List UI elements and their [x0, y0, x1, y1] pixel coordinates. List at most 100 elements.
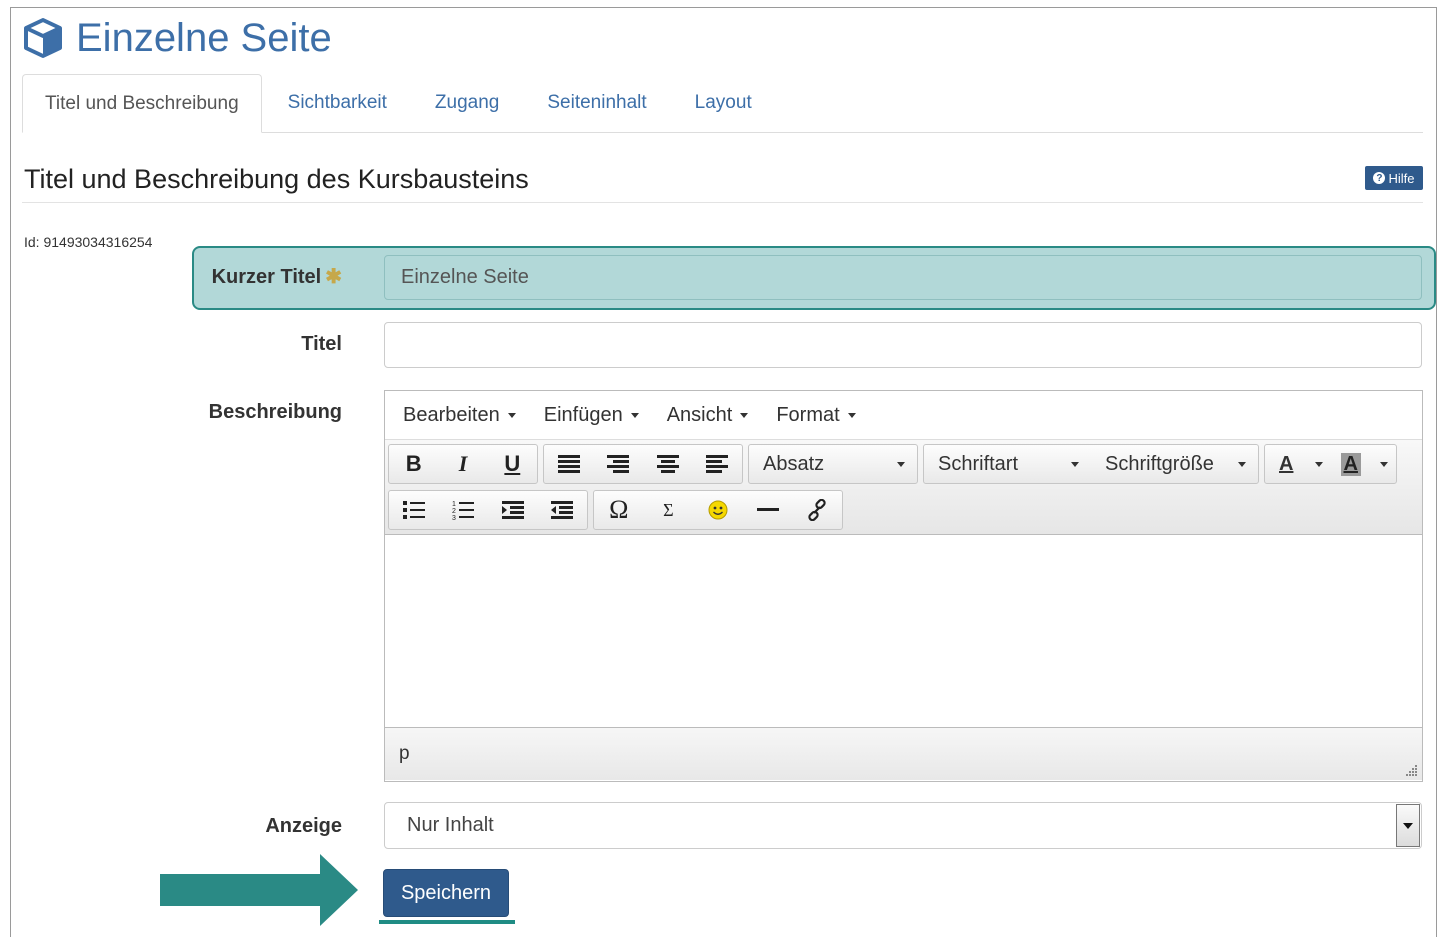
title-input[interactable] [384, 322, 1422, 368]
list-group: 123 [388, 490, 588, 530]
menu-label: Ansicht [666, 403, 733, 426]
svg-text:2: 2 [452, 508, 456, 515]
tab-label: Titel und Beschreibung [45, 92, 239, 114]
menu-format[interactable]: Format [762, 404, 869, 427]
caret-down-icon [740, 412, 749, 418]
alignment-group [543, 444, 743, 484]
element-path[interactable]: p [399, 743, 410, 765]
underline-icon: U [504, 451, 521, 476]
caret-down-icon [1238, 461, 1246, 467]
tab-layout[interactable]: Layout [673, 74, 774, 132]
menu-label: Bearbeiten [403, 403, 500, 426]
italic-icon: I [458, 451, 468, 476]
bullet-list-button[interactable] [389, 491, 439, 529]
horizontal-rule-button[interactable] [743, 491, 793, 529]
tab-label: Sichtbarkeit [287, 92, 387, 113]
link-icon [808, 499, 826, 521]
divider [22, 202, 1423, 203]
font-select-group: Schriftart Schriftgröße [923, 444, 1259, 484]
menu-label: Format [776, 403, 840, 426]
short-title-label-text: Kurzer Titel [211, 266, 322, 288]
text-color-button[interactable]: A [1265, 445, 1331, 483]
bold-icon: B [405, 451, 422, 476]
align-center-icon [656, 455, 679, 473]
font-family-select[interactable]: Schriftart [924, 445, 1091, 483]
color-group: A A [1264, 444, 1397, 484]
caret-down-icon [897, 461, 905, 467]
node-id: Id: 91493034316254 [24, 234, 153, 250]
align-right-icon [607, 455, 630, 473]
bold-button[interactable]: B [389, 445, 438, 483]
required-star-icon: ✱ [325, 266, 342, 288]
short-title-input[interactable] [384, 255, 1422, 300]
tab-titel-und-beschreibung[interactable]: Titel und Beschreibung [22, 74, 262, 133]
arrow-pointer-icon [160, 854, 358, 926]
editor-content-area[interactable] [385, 535, 1422, 727]
math-button[interactable]: Σ [644, 491, 694, 529]
font-size-value: Schriftgröße [1105, 452, 1214, 475]
display-select-value: Nur Inhalt [407, 814, 494, 836]
bullet-list-icon [402, 501, 425, 519]
caret-down-icon [1071, 461, 1079, 467]
block-format-select[interactable]: Absatz [748, 444, 918, 484]
section-heading: Titel und Beschreibung des Kursbausteins [24, 164, 529, 194]
insert-group: Ω Σ [593, 490, 843, 530]
omega-icon: Ω [609, 495, 629, 524]
select-arrow-button[interactable] [1396, 804, 1420, 847]
page-title-text: Einzelne Seite [76, 15, 332, 60]
help-button[interactable]: ? Hilfe [1365, 166, 1423, 190]
editor-toolbar: B I U Absatz Schriftart Schriftgröße A A… [385, 440, 1422, 535]
link-button[interactable] [792, 491, 842, 529]
numbered-list-button[interactable]: 123 [439, 491, 489, 529]
align-left-button[interactable] [544, 445, 594, 483]
align-center-button[interactable] [643, 445, 693, 483]
sigma-icon: Σ [663, 499, 674, 520]
svg-text:1: 1 [452, 501, 456, 508]
indent-icon [501, 501, 524, 519]
indent-button[interactable] [488, 491, 538, 529]
tab-zugang[interactable]: Zugang [413, 74, 521, 132]
editor-menubar: Bearbeiten Einfügen Ansicht Format [385, 391, 1422, 440]
caret-down-icon [847, 412, 856, 418]
menu-bearbeiten[interactable]: Bearbeiten [389, 404, 530, 427]
italic-button[interactable]: I [438, 445, 487, 483]
menu-ansicht[interactable]: Ansicht [653, 404, 763, 427]
tab-label: Zugang [434, 92, 500, 113]
resize-grip-icon[interactable] [1406, 764, 1418, 776]
align-justify-icon [706, 455, 729, 473]
emoticon-button[interactable] [693, 491, 743, 529]
outdent-icon [551, 501, 574, 519]
page-title: Einzelne Seite [22, 14, 332, 62]
special-char-button[interactable]: Ω [594, 491, 644, 529]
background-color-icon: A [1340, 452, 1361, 476]
tab-sichtbarkeit[interactable]: Sichtbarkeit [266, 74, 409, 132]
menu-einfuegen[interactable]: Einfügen [530, 404, 653, 427]
chevron-down-icon [1403, 822, 1413, 829]
font-size-select[interactable]: Schriftgröße [1091, 445, 1258, 483]
editor-statusbar: p [385, 727, 1422, 780]
background-color-button[interactable]: A [1331, 445, 1396, 483]
align-justify-button[interactable] [693, 445, 743, 483]
align-right-button[interactable] [594, 445, 644, 483]
menu-label: Einfügen [543, 403, 623, 426]
font-family-value: Schriftart [938, 452, 1019, 475]
caret-down-icon [507, 412, 516, 418]
tab-seiteninhalt[interactable]: Seiteninhalt [525, 74, 668, 132]
rich-text-editor: Bearbeiten Einfügen Ansicht Format B I U [384, 390, 1423, 782]
tab-label: Layout [694, 92, 752, 113]
description-label: Beschreibung [208, 401, 342, 423]
title-label: Titel [301, 333, 342, 355]
smiley-icon [708, 500, 728, 520]
outdent-button[interactable] [538, 491, 588, 529]
caret-down-icon [1380, 461, 1388, 467]
display-label: Anzeige [265, 815, 342, 837]
caret-down-icon [1314, 461, 1323, 467]
save-button[interactable]: Speichern [383, 869, 509, 917]
display-select[interactable]: Nur Inhalt [384, 802, 1422, 849]
caret-down-icon [630, 412, 639, 418]
tab-label: Seiteninhalt [547, 92, 647, 113]
horizontal-rule-icon [756, 508, 779, 511]
short-title-label: Kurzer Titel ✱ [200, 264, 342, 289]
underline-button[interactable]: U [488, 445, 537, 483]
text-style-group: B I U [388, 444, 538, 484]
